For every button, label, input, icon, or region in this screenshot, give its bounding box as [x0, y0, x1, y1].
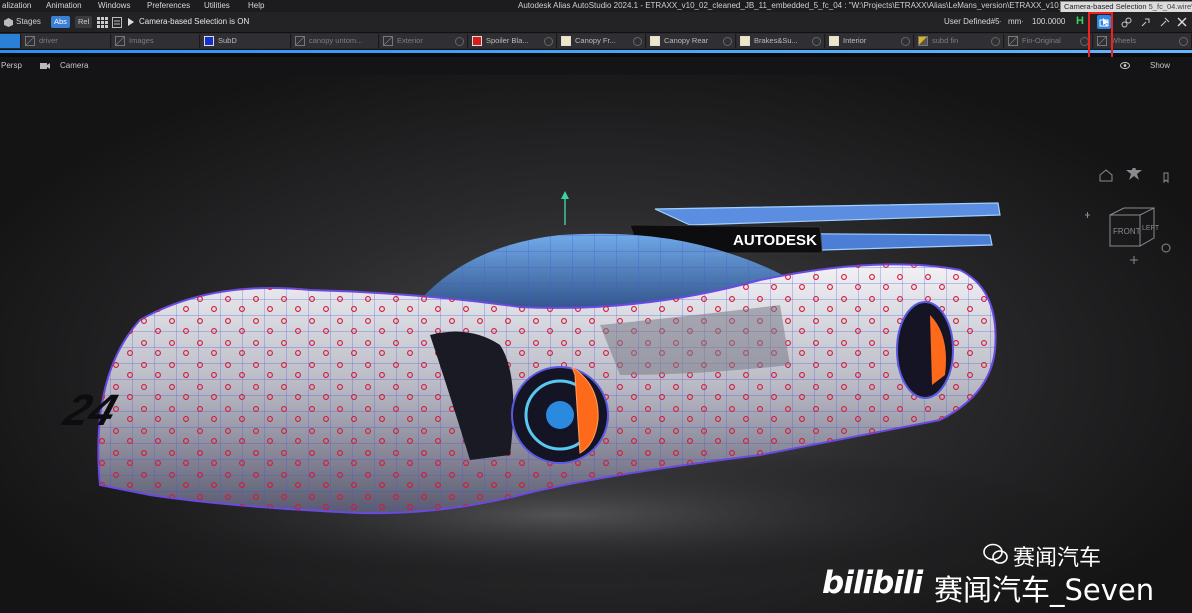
cube-left-label[interactable]: LEFT [1142, 225, 1160, 232]
layer-canopy-front[interactable]: Canopy Fr... [558, 34, 646, 48]
search-icon[interactable] [455, 37, 464, 46]
document-icon[interactable] [110, 15, 124, 29]
camera-label[interactable]: Camera [60, 57, 88, 75]
watermark-handle: 赛闻汽车_Seven [934, 573, 1155, 607]
play-icon[interactable] [124, 15, 138, 29]
units-separator: · [999, 17, 1002, 26]
search-icon[interactable] [723, 37, 732, 46]
layer-subd-fin[interactable]: subd fin [915, 34, 1004, 48]
folder-icon [650, 36, 660, 46]
layer-swatch-icon [25, 36, 35, 46]
layer-spoiler-blade[interactable]: Spoiler Bla... [469, 34, 557, 48]
top-toolbar: Stages Abs Rel Camera-based Selection is… [0, 12, 1192, 33]
layer-swatch-icon [472, 36, 482, 46]
search-icon[interactable] [991, 37, 1000, 46]
settings-icon[interactable] [1161, 243, 1171, 253]
bookmark-icon[interactable] [1163, 172, 1169, 184]
search-icon[interactable] [812, 37, 821, 46]
search-icon[interactable] [1179, 37, 1188, 46]
cube-front-label[interactable]: FRONT [1113, 227, 1141, 236]
car-logo: AUTODESK [733, 232, 817, 249]
layer-exterior[interactable]: Exterior [380, 34, 468, 48]
car-model: AUTODESK 24 [40, 191, 1080, 585]
layer-default[interactable] [0, 34, 21, 48]
layer-swatch-icon [918, 36, 928, 46]
grid-icon[interactable] [95, 15, 109, 29]
construction-plane-label[interactable]: User Defined#5 [944, 16, 1000, 28]
folder-icon [561, 36, 571, 46]
menu-visualization[interactable]: alization [2, 0, 31, 12]
search-icon[interactable] [544, 37, 553, 46]
move-icon[interactable] [1130, 256, 1138, 264]
search-icon[interactable] [633, 37, 642, 46]
camera-icon[interactable] [40, 57, 50, 75]
folder-icon [740, 36, 750, 46]
folder-icon [829, 36, 839, 46]
pan-icon[interactable] [1085, 212, 1090, 218]
layer-swatch-icon [115, 36, 125, 46]
bilibili-logo: bilibili [822, 565, 923, 601]
abs-toggle[interactable]: Abs [51, 16, 70, 28]
accent-divider [0, 50, 1192, 53]
snap-icon[interactable] [1157, 15, 1171, 29]
rel-toggle[interactable]: Rel [75, 16, 93, 28]
menu-bar: alization Animation Windows Preferences … [0, 0, 1192, 13]
layer-subd[interactable]: SubD [201, 34, 291, 48]
viewport-header: Persp Camera Show [0, 57, 1192, 75]
layer-canopy-rear[interactable]: Canopy Rear [647, 34, 736, 48]
menu-preferences[interactable]: Preferences [147, 0, 190, 12]
close-icon[interactable] [1175, 15, 1189, 29]
link-icon[interactable] [1119, 15, 1133, 29]
layer-swatch-icon [383, 36, 393, 46]
stages-label[interactable]: Stages [16, 16, 41, 28]
layer-interior[interactable]: Interior [826, 34, 914, 48]
wechat-icon [983, 543, 1008, 564]
tolerance-value[interactable]: 100.0000 [1032, 16, 1065, 28]
pick-icon[interactable] [1138, 15, 1152, 29]
layer-images[interactable]: Images [112, 34, 200, 48]
stages-icon[interactable] [1, 15, 15, 29]
star-icon[interactable] [1126, 168, 1142, 180]
menu-help[interactable]: Help [248, 0, 264, 12]
window-title: Autodesk Alias AutoStudio 2024.1 - ETRAX… [518, 1, 1081, 10]
layer-brakes-suspension[interactable]: Brakes&Su... [737, 34, 825, 48]
layer-fin-original[interactable]: Fin-Original [1005, 34, 1093, 48]
view-cube[interactable]: FRONT LEFT [1082, 168, 1182, 268]
layer-driver[interactable]: driver [22, 34, 111, 48]
search-icon[interactable] [901, 37, 910, 46]
show-menu[interactable]: Show [1150, 57, 1170, 75]
layer-swatch-icon [295, 36, 305, 46]
layer-swatch-icon [204, 36, 214, 46]
view-name[interactable]: Persp [1, 57, 22, 75]
history-h-icon[interactable]: H [1076, 15, 1084, 27]
layer-bar: driver Images SubD canopy untom... Exter… [0, 33, 1192, 50]
menu-animation[interactable]: Animation [46, 0, 82, 12]
3d-viewport[interactable]: AUTODESK 24 FRONT LEFT 赛闻汽车 bilibili 赛闻汽… [0, 75, 1192, 613]
status-message: Camera-based Selection is ON [139, 17, 250, 26]
visibility-icon[interactable] [1120, 57, 1130, 75]
menu-utilities[interactable]: Utilities [204, 0, 230, 12]
layer-swatch-icon [1008, 36, 1018, 46]
home-icon[interactable] [1099, 169, 1113, 182]
layer-canopy-untom[interactable]: canopy untom... [292, 34, 379, 48]
units-label[interactable]: mm [1008, 16, 1021, 28]
menu-windows[interactable]: Windows [98, 0, 130, 12]
